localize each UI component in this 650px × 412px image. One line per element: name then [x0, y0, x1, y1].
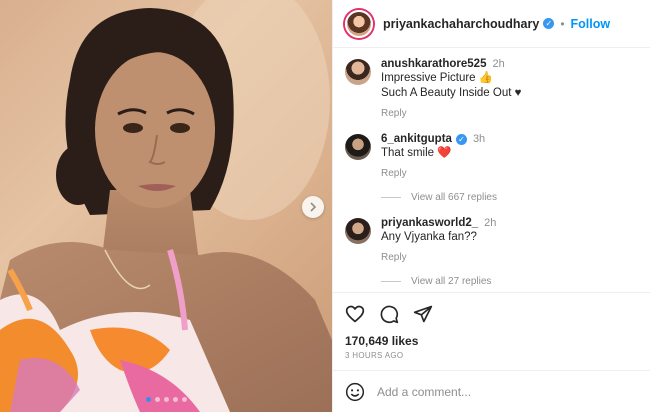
comment-item: anushkarathore525 2h Impressive Picture 👍…: [345, 58, 638, 119]
verified-icon: ✓: [543, 18, 555, 29]
view-replies-line: [381, 281, 401, 282]
comment-text: Impressive Picture 👍: [381, 72, 494, 84]
post-timestamp: 3 HOURS AGO: [345, 351, 404, 360]
commenter-username[interactable]: priyankasworld2_: [381, 217, 478, 229]
author-username[interactable]: priyankachaharchoudhary: [383, 17, 539, 31]
add-comment-bar: Add a comment...: [333, 370, 650, 412]
post-frame: priyankachaharchoudhary ✓ • Follow anush…: [0, 0, 650, 412]
comments-list: anushkarathore525 2h Impressive Picture 👍…: [333, 48, 650, 292]
header-separator: •: [560, 16, 565, 31]
commenter-avatar[interactable]: [345, 59, 371, 85]
chevron-right-icon: [310, 202, 317, 212]
share-icon[interactable]: [413, 304, 433, 324]
comment-text: That smile ❤️: [381, 147, 452, 159]
post-media[interactable]: [0, 0, 332, 412]
carousel-dot: [145, 397, 151, 402]
view-replies-button[interactable]: View all 667 replies: [381, 192, 638, 203]
comment-item: priyankasworld2_ 2h Any Vjyanka fan?? Rep…: [345, 217, 638, 263]
post-actions: [333, 292, 650, 334]
commenter-avatar[interactable]: [345, 218, 371, 244]
likes-count[interactable]: 170,649 likes: [333, 334, 650, 348]
carousel-dot: [181, 397, 187, 402]
verified-icon: ✓: [455, 134, 467, 145]
comment-text: Such A Beauty Inside Out ♥: [381, 87, 522, 99]
follow-button[interactable]: Follow: [571, 17, 611, 31]
next-image-button[interactable]: [302, 196, 324, 218]
carousel-dot: [163, 397, 169, 402]
comment-icon[interactable]: [379, 304, 399, 324]
view-replies-label: View all 667 replies: [411, 192, 497, 203]
carousel-dot: [172, 397, 178, 402]
commenter-avatar[interactable]: [345, 134, 371, 160]
add-comment-input[interactable]: Add a comment...: [377, 385, 471, 399]
emoji-icon[interactable]: [345, 382, 365, 402]
post-sidebar: priyankachaharchoudhary ✓ • Follow anush…: [332, 0, 650, 412]
post-photo: [0, 0, 332, 412]
comment-time: 2h: [492, 58, 505, 70]
reply-button[interactable]: Reply: [381, 252, 638, 263]
reply-button[interactable]: Reply: [381, 108, 638, 119]
view-replies-button[interactable]: View all 27 replies: [381, 276, 638, 287]
comment-text: Any Vjyanka fan??: [381, 231, 477, 243]
view-replies-line: [381, 197, 401, 198]
reply-button[interactable]: Reply: [381, 168, 638, 179]
commenter-username[interactable]: 6_ankitgupta: [381, 133, 452, 145]
heart-icon[interactable]: [345, 304, 365, 324]
carousel-dots: [0, 397, 332, 402]
commenter-username[interactable]: anushkarathore525: [381, 58, 486, 70]
comment-time: 2h: [484, 217, 497, 229]
comment-item: 6_ankitgupta ✓ 3h That smile ❤️ Reply: [345, 133, 638, 179]
comment-time: 3h: [472, 133, 486, 145]
post-header: priyankachaharchoudhary ✓ • Follow: [333, 0, 650, 48]
view-replies-label: View all 27 replies: [411, 276, 492, 287]
author-avatar[interactable]: [345, 9, 373, 38]
carousel-dot: [154, 397, 160, 402]
